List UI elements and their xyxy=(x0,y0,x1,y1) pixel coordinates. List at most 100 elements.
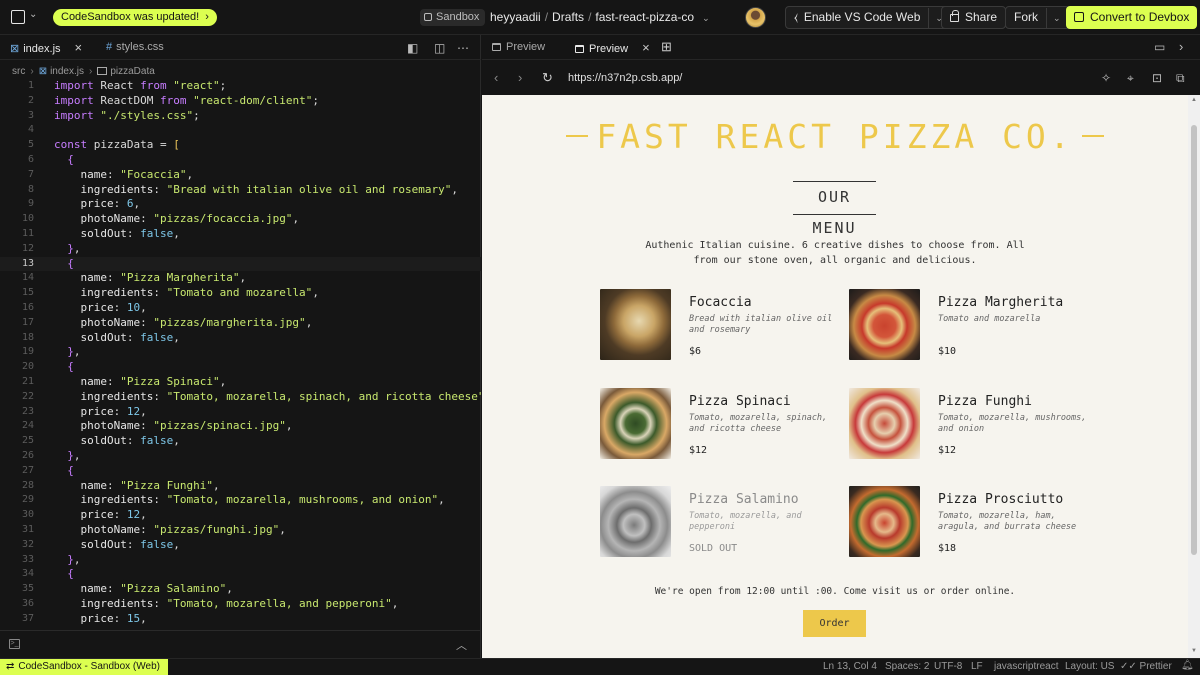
line-number: 6 xyxy=(27,153,34,165)
menu-icon[interactable] xyxy=(11,10,25,24)
environment-badge[interactable]: ⇄ CodeSandbox - Sandbox (Web) xyxy=(0,659,168,675)
code-line[interactable]: 34 { xyxy=(0,567,481,582)
code-line[interactable]: 14 name: "Pizza Margherita", xyxy=(0,271,481,286)
terminal-bar[interactable]: >_ ︿ xyxy=(0,630,481,658)
code-line[interactable]: 7 name: "Focaccia", xyxy=(0,168,481,183)
scroll-down-icon[interactable]: ▼ xyxy=(1191,648,1197,654)
enable-vscode-button[interactable]: ⧼ Enable VS Code Web ⌄ xyxy=(785,6,952,29)
order-button[interactable]: Order xyxy=(803,610,866,637)
console-icon[interactable]: ⊡ xyxy=(1152,71,1162,85)
preview-scrollbar[interactable]: ▲ ▼ xyxy=(1188,95,1200,658)
chevron-down-icon[interactable]: ⌄ xyxy=(702,13,710,23)
code-line[interactable]: 11 soldOut: false, xyxy=(0,227,481,242)
close-icon[interactable]: × xyxy=(642,40,650,55)
code-line[interactable]: 3 import "./styles.css"; xyxy=(0,109,481,124)
target-icon[interactable]: ⌖ xyxy=(1127,71,1134,86)
share-button[interactable]: Share xyxy=(941,6,1007,29)
more-icon[interactable]: ⋯ xyxy=(457,41,469,55)
chevron-up-icon[interactable]: ︿ xyxy=(456,637,467,653)
breadcrumb-file[interactable]: index.js xyxy=(50,66,84,77)
language-mode[interactable]: javascriptreact xyxy=(994,661,1058,672)
code-line[interactable]: 13 { xyxy=(0,256,481,272)
avatar[interactable] xyxy=(745,7,766,28)
breadcrumb-symbol[interactable]: pizzaData xyxy=(110,66,154,77)
url-input[interactable]: https://n37n2p.csb.app/ xyxy=(568,72,682,84)
line-ending[interactable]: LF xyxy=(971,661,983,672)
code-line[interactable]: 27 { xyxy=(0,464,481,479)
terminal-icon[interactable]: >_ xyxy=(9,639,20,649)
code-line[interactable]: 10 photoName: "pizzas/focaccia.jpg", xyxy=(0,212,481,227)
code-line[interactable]: 30 price: 12, xyxy=(0,508,481,523)
lock-icon xyxy=(950,10,959,22)
code-line[interactable]: 35 name: "Pizza Salamino", xyxy=(0,582,481,597)
code-area[interactable]: 1 import React from "react"; 2 import React… xyxy=(0,79,481,630)
code-line[interactable]: 8 ingredients: "Bread with italian olive… xyxy=(0,183,481,198)
path-folder[interactable]: Drafts xyxy=(552,10,584,24)
code-line[interactable]: 17 photoName: "pizzas/margherita.jpg", xyxy=(0,316,481,331)
breadcrumb-folder[interactable]: src xyxy=(12,66,25,77)
title-dash-right xyxy=(1081,135,1104,137)
code-line[interactable]: 12 }, xyxy=(0,242,481,257)
code-line[interactable]: 28 name: "Pizza Funghi", xyxy=(0,479,481,494)
code-line[interactable]: 9 price: 6, xyxy=(0,197,481,212)
code-line[interactable]: 32 soldOut: false, xyxy=(0,538,481,553)
code-text: { xyxy=(67,256,74,270)
tab-preview-2[interactable]: Preview × xyxy=(575,35,650,60)
code-line[interactable]: 18 soldOut: false, xyxy=(0,331,481,346)
fork-button[interactable]: Fork ⌄ xyxy=(1005,6,1070,29)
chevron-down-icon[interactable]: ⌄ xyxy=(1046,8,1061,29)
scroll-up-icon[interactable]: ▲ xyxy=(1191,97,1197,103)
open-new-window-icon[interactable]: ⧉ xyxy=(1176,71,1185,86)
path-user[interactable]: heyyaadii xyxy=(490,10,541,24)
code-line[interactable]: 25 soldOut: false, xyxy=(0,434,481,449)
code-line[interactable]: 29 ingredients: "Tomato, mozarella, mush… xyxy=(0,493,481,508)
cursor-position[interactable]: Ln 13, Col 4 xyxy=(823,661,877,672)
code-line[interactable]: 20 { xyxy=(0,360,481,375)
scrollbar-thumb[interactable] xyxy=(1191,125,1197,555)
code-line[interactable]: 16 price: 10, xyxy=(0,301,481,316)
layout-icon[interactable]: ▭ xyxy=(1154,40,1165,54)
code-line[interactable]: 23 price: 12, xyxy=(0,405,481,420)
code-line[interactable]: 31 photoName: "pizzas/funghi.jpg", xyxy=(0,523,481,538)
code-line[interactable]: 1 import React from "react"; xyxy=(0,79,481,94)
line-number: 9 xyxy=(27,198,34,210)
convert-to-devbox-button[interactable]: Convert to Devbox xyxy=(1066,6,1198,29)
code-line[interactable]: 36 ingredients: "Tomato, mozarella, and … xyxy=(0,597,481,612)
chevron-right-icon[interactable]: › xyxy=(1179,39,1183,54)
toggle-sidebar-icon[interactable]: ◧ xyxy=(407,41,418,55)
code-line[interactable]: 24 photoName: "pizzas/spinaci.jpg", xyxy=(0,419,481,434)
code-line[interactable]: 5 const pizzaData = [ xyxy=(0,138,481,153)
path-project[interactable]: fast-react-pizza-co xyxy=(595,10,694,24)
add-tab-icon[interactable]: ⊞ xyxy=(661,39,672,55)
code-text: import ReactDOM from "react-dom/client"; xyxy=(54,93,319,107)
split-editor-icon[interactable]: ◫ xyxy=(434,41,445,55)
tab-styles-css[interactable]: # styles.css xyxy=(106,35,164,60)
keyboard-layout[interactable]: Layout: US xyxy=(1065,661,1114,672)
code-line[interactable]: 2 import ReactDOM from "react-dom/client"… xyxy=(0,94,481,109)
chevron-down-icon[interactable]: ⌄ xyxy=(29,9,37,20)
code-line[interactable]: 19 }, xyxy=(0,345,481,360)
forward-icon[interactable]: › xyxy=(518,70,522,85)
code-line[interactable]: 26 }, xyxy=(0,449,481,464)
encoding[interactable]: UTF-8 xyxy=(934,661,962,672)
indentation[interactable]: Spaces: 2 xyxy=(885,661,929,672)
code-line[interactable]: 4 xyxy=(0,123,481,138)
tab-preview-1[interactable]: Preview xyxy=(492,35,545,60)
tab-index-js[interactable]: ⊠ index.js × xyxy=(10,35,82,60)
code-line[interactable]: 15 ingredients: "Tomato and mozarella", xyxy=(0,286,481,301)
code-line[interactable]: 21 name: "Pizza Spinaci", xyxy=(0,375,481,390)
code-line[interactable]: 22 ingredients: "Tomato, mozarella, spin… xyxy=(0,390,481,405)
code-line[interactable]: 33 }, xyxy=(0,553,481,568)
back-icon[interactable]: ‹ xyxy=(494,70,498,85)
project-path[interactable]: heyyaadii / Drafts / fast-react-pizza-co ⌄ xyxy=(490,10,710,24)
code-line[interactable]: 37 price: 15, xyxy=(0,612,481,627)
code-editor-pane: ⊠ index.js × # styles.css ◧ ◫ ⋯ src › ⊠ index.… xyxy=(0,35,481,658)
sparkle-icon[interactable]: ✧ xyxy=(1101,71,1111,85)
refresh-icon[interactable]: ↻ xyxy=(542,70,553,86)
close-icon[interactable]: × xyxy=(75,40,83,55)
notifications-icon[interactable]: 🔔︎ xyxy=(1181,660,1194,671)
update-notice-badge[interactable]: CodeSandbox was updated! › xyxy=(53,9,217,26)
formatter[interactable]: ✓✓ Prettier xyxy=(1120,661,1172,672)
code-line[interactable]: 6 { xyxy=(0,153,481,168)
code-text: import "./styles.css"; xyxy=(54,108,200,122)
